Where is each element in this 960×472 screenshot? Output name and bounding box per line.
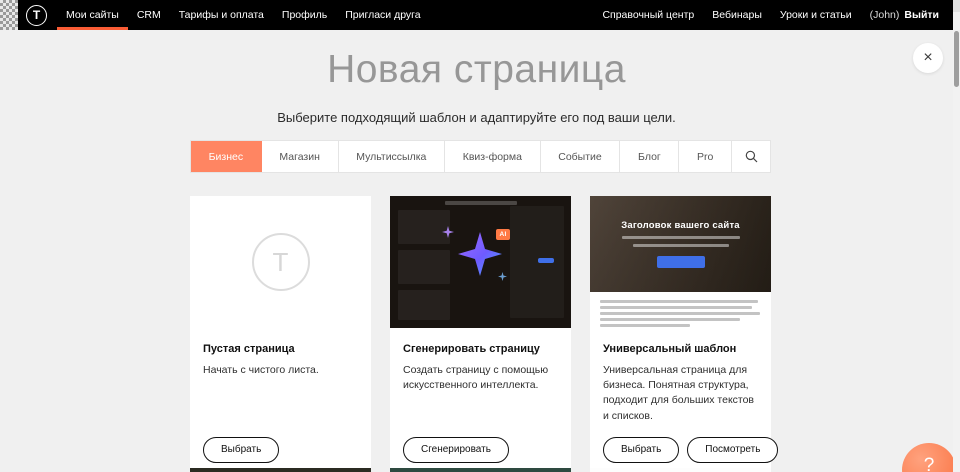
nav-webinars[interactable]: Вебинары [703, 0, 771, 30]
tab-event[interactable]: Событие [541, 141, 621, 172]
choose-button[interactable]: Выбрать [603, 437, 679, 463]
partial-card-preview[interactable] [390, 468, 571, 472]
preview-button[interactable]: Посмотреть [687, 437, 778, 463]
sparkle-icon [498, 272, 507, 281]
tab-search[interactable] [732, 141, 770, 172]
card-buttons: Сгенерировать [403, 437, 558, 463]
next-cards-row-partial [190, 468, 771, 472]
search-icon [745, 150, 758, 163]
card-body: Пустая страница Начать с чистого листа. … [190, 328, 371, 472]
template-category-tabs: Бизнес Магазин Мультиссылка Квиз-форма С… [190, 140, 771, 173]
close-button[interactable]: × [913, 43, 943, 73]
preview-text-line [600, 312, 760, 315]
user-name: (John) [861, 9, 902, 21]
help-button[interactable]: ? [902, 443, 956, 472]
partial-card-preview[interactable] [190, 468, 371, 472]
tilda-logo-placeholder-icon: T [273, 247, 289, 278]
card-title: Универсальный шаблон [603, 343, 758, 355]
preview-decor-button [538, 258, 554, 263]
card-blank-page: T Пустая страница Начать с чистого листа… [190, 196, 371, 472]
ai-badge: AI [496, 229, 510, 240]
ai-generate-preview[interactable]: AI [390, 196, 571, 328]
card-title: Сгенерировать страницу [403, 343, 558, 355]
page-title: Новая страница [0, 48, 953, 92]
preview-decor-block [445, 201, 517, 205]
preview-text-line [600, 324, 690, 327]
logout-link[interactable]: Выйти [901, 9, 945, 21]
tilda-logo-icon[interactable]: T [26, 5, 47, 26]
preview-decor-block [398, 290, 450, 320]
preview-hero-section: Заголовок вашего сайта [590, 196, 771, 292]
topbar-right-nav: Справочный центр Вебинары Уроки и статьи… [593, 0, 953, 30]
blank-page-preview[interactable]: T [190, 196, 371, 328]
preview-text-line [633, 244, 729, 247]
tab-business[interactable]: Бизнес [191, 141, 262, 172]
preview-cta-button [657, 256, 705, 268]
preview-text-line [600, 300, 758, 303]
nav-profile[interactable]: Профиль [273, 0, 336, 30]
page-subtitle: Выберите подходящий шаблон и адаптируйте… [0, 110, 953, 125]
preview-text-line [600, 306, 752, 309]
card-description: Универсальная страница для бизнеса. Поня… [603, 363, 758, 424]
preview-text-line [600, 318, 740, 321]
tab-multilink[interactable]: Мультиссылка [339, 141, 445, 172]
nav-my-sites[interactable]: Мои сайты [57, 0, 128, 30]
card-buttons: Выбрать Посмотреть [603, 437, 758, 463]
card-universal-template: Заголовок вашего сайта Универсальный шаб… [590, 196, 771, 472]
card-body: Универсальный шаблон Универсальная стран… [590, 328, 771, 472]
tab-shop[interactable]: Магазин [262, 141, 339, 172]
nav-pricing[interactable]: Тарифы и оплата [170, 0, 273, 30]
nav-help-center[interactable]: Справочный центр [593, 0, 703, 30]
tab-pro[interactable]: Pro [679, 141, 732, 172]
card-body: Сгенерировать страницу Создать страницу … [390, 328, 571, 472]
partial-card-preview[interactable] [590, 468, 771, 472]
card-description: Создать страницу с помощью искусственног… [403, 363, 558, 393]
generate-button[interactable]: Сгенерировать [403, 437, 509, 463]
card-title: Пустая страница [203, 343, 358, 355]
preview-paragraph [590, 292, 771, 327]
corner-pattern [0, 0, 18, 30]
nav-lessons[interactable]: Уроки и статьи [771, 0, 861, 30]
tab-blog[interactable]: Блог [620, 141, 679, 172]
card-description: Начать с чистого листа. [203, 363, 358, 378]
logo-wrap[interactable]: T [18, 0, 57, 30]
card-buttons: Выбрать [203, 437, 358, 463]
topbar-left-nav: Мои сайты CRM Тарифы и оплата Профиль Пр… [57, 0, 430, 30]
template-cards-row: T Пустая страница Начать с чистого листа… [190, 196, 771, 472]
tilda-logo-placeholder-circle: T [252, 233, 310, 291]
choose-button[interactable]: Выбрать [203, 437, 279, 463]
tab-quiz-form[interactable]: Квиз-форма [445, 141, 541, 172]
nav-crm[interactable]: CRM [128, 0, 170, 30]
preview-site-title: Заголовок вашего сайта [621, 220, 740, 231]
card-ai-generate: AI Сгенерировать страницу Создать страни… [390, 196, 571, 472]
scrollbar-thumb[interactable] [954, 31, 959, 87]
scrollbar[interactable] [953, 0, 960, 472]
scrollbar-up-button[interactable] [953, 0, 960, 12]
topbar: T Мои сайты CRM Тарифы и оплата Профиль … [0, 0, 953, 30]
universal-template-preview[interactable]: Заголовок вашего сайта [590, 196, 771, 328]
preview-decor-block [398, 250, 450, 284]
preview-decor-block [510, 206, 564, 318]
sparkle-icon [442, 226, 454, 238]
nav-invite-friend[interactable]: Пригласи друга [336, 0, 429, 30]
preview-text-line [622, 236, 740, 239]
